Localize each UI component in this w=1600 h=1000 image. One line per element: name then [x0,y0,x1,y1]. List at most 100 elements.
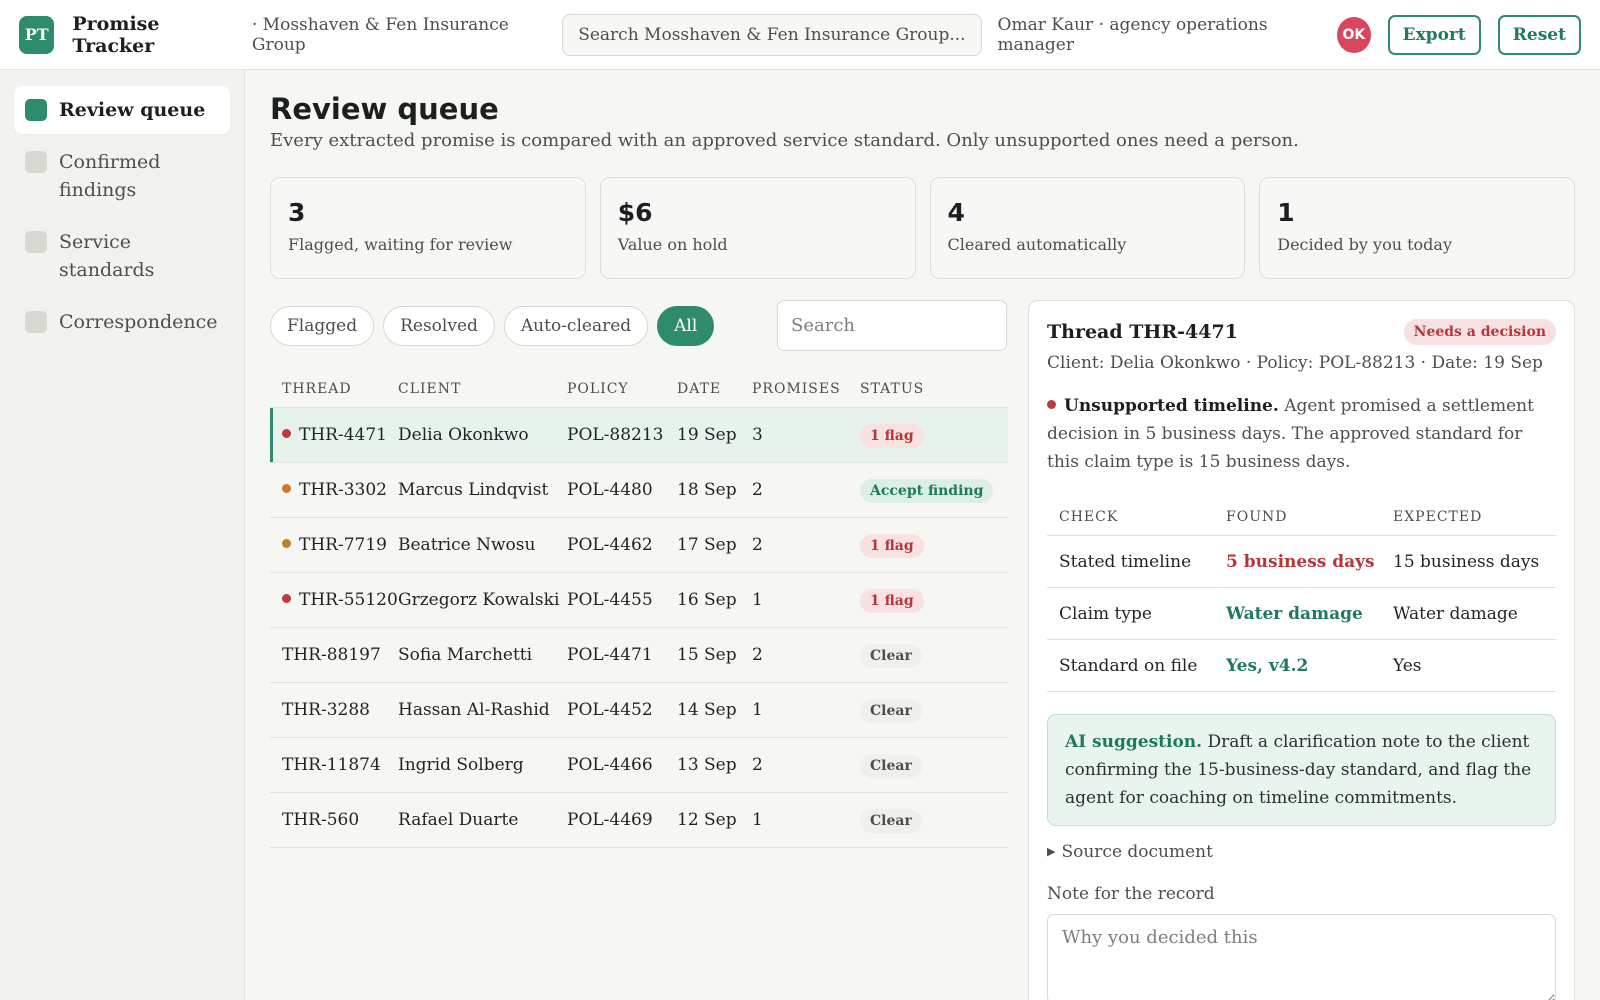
table-row[interactable]: THR-3302 Marcus Lindqvist POL-4480 18 Sep 2 A… [270,463,1008,518]
promises-cell: 2 [752,645,763,665]
column-header-client[interactable]: CLIENT [398,370,567,408]
reset-button[interactable]: Reset [1497,14,1581,55]
check-table-body: Stated timeline 5 business days 15 busines… [1047,536,1556,692]
status-dot-icon [282,484,291,493]
policy-cell: POL-4480 [567,480,653,500]
check-table-header: CHECK FOUND EXPECTED [1047,498,1556,536]
column-header-promises[interactable]: PROMISES [752,370,860,408]
thread-id: THR-3302 [299,480,387,500]
export-button[interactable]: Export [1387,14,1481,55]
finding-summary: Unsupported timeline. Agent promised a s… [1047,392,1556,476]
status-badge[interactable]: Accept finding [860,479,994,503]
status-cell: Clear [860,683,1008,737]
promises-cell: 1 [752,700,763,720]
client-cell: Hassan Al-Rashid [398,700,550,720]
status-cell: Clear [860,628,1008,682]
top-bar: PT Promise Tracker · Mosshaven & Fen Ins… [0,0,1600,70]
table-row[interactable]: THR-11874 Ingrid Solberg POL-4466 13 Sep 2 Cl… [270,738,1008,793]
status-dot-icon [282,594,291,603]
table-row[interactable]: THR-3288 Hassan Al-Rashid POL-4452 14 Sep 1 C… [270,683,1008,738]
filter-chip-resolved[interactable]: Resolved [383,306,495,346]
check-row: Stated timeline 5 business days 15 busines… [1047,536,1556,588]
thread-id: THR-55120 [299,590,398,610]
stat-label: Value on hold [617,235,728,254]
avatar[interactable]: OK [1337,16,1371,53]
status-cell: 1 flag [860,573,1008,627]
expected-cell: Water damage [1393,603,1518,624]
source-document-label: Source document [1061,842,1213,862]
table-row[interactable]: THR-4471 Delia Okonkwo POL-88213 19 Sep 3 1 f… [270,408,1008,463]
status-badge: 1 flag [860,589,924,613]
status-badge: Needs a decision [1403,319,1556,345]
thread-cell: THR-4471 [270,408,398,462]
table-row[interactable]: THR-88197 Sofia Marchetti POL-4471 15 Sep 2 C… [270,628,1008,683]
sidebar-item-service-standards[interactable]: Service standards [14,218,230,294]
found-cell: 5 business days [1226,551,1375,572]
promises-cell: 3 [752,425,763,445]
source-document-toggle[interactable]: ▶ Source document [1047,842,1556,862]
stat-value: 3 [288,198,306,227]
sidebar-item-correspondence[interactable]: Correspondence [14,298,230,346]
expected-cell: Yes [1393,655,1422,676]
check-row: Standard on file Yes, v4.2 Yes [1047,640,1556,692]
thread-cell: THR-88197 [270,628,398,682]
status-badge: Clear [860,644,922,668]
stat-value: 4 [947,198,965,227]
client-cell: Ingrid Solberg [398,755,524,775]
found-cell: Yes, v4.2 [1226,655,1309,676]
status-badge: Clear [860,809,922,833]
table-body: THR-4471 Delia Okonkwo POL-88213 19 Sep 3 1 f… [270,408,1008,848]
stats-row: 3 Flagged, waiting for review $6 Value o… [270,177,1575,279]
status-cell: Clear [860,793,1008,847]
stat-card-cleared: 4 Cleared automatically [929,177,1246,279]
date-cell: 17 Sep [677,535,737,555]
note-textarea[interactable] [1047,914,1556,1000]
column-header-date[interactable]: DATE [677,370,752,408]
stat-value: $6 [617,198,653,227]
filter-chip-auto-cleared[interactable]: Auto-cleared [503,306,649,346]
filter-chip-flagged[interactable]: Flagged [270,306,375,346]
queue-table: THREAD CLIENT POLICY DATE PROMISES STATU… [270,370,1008,848]
column-header-policy[interactable]: POLICY [567,370,677,408]
org-name: · Mosshaven & Fen Insurance Group [251,14,509,55]
policy-cell: POL-4452 [567,700,653,720]
check-cell: Stated timeline [1059,551,1192,572]
status-cell: 1 flag [860,518,1008,572]
policy-cell: POL-4462 [567,535,653,555]
status-cell: Clear [860,738,1008,792]
detail-meta: Client: Delia Okonkwo · Policy: POL-8821… [1047,353,1543,373]
thread-id: THR-88197 [282,645,381,665]
queue-search-input[interactable] [777,300,1007,351]
table-row[interactable]: THR-55120 Grzegorz Kowalski POL-4455 16 Sep… [270,573,1008,628]
status-cell: Accept finding [860,463,1008,517]
column-header-thread[interactable]: THREAD [270,370,398,408]
sidebar-item-review-queue[interactable]: Review queue [14,86,230,134]
promises-cell: 1 [752,590,763,610]
stat-value: 1 [1277,198,1295,227]
status-badge: 1 flag [860,424,924,448]
stat-card-decided: 1 Decided by you today [1259,177,1575,279]
confirmed-findings-icon [25,151,47,173]
triangle-right-icon: ▶ [1047,845,1056,858]
global-search-input[interactable] [562,13,982,56]
promises-cell: 1 [752,810,763,830]
check-cell: Standard on file [1059,655,1198,676]
date-cell: 14 Sep [677,700,737,720]
client-cell: Sofia Marchetti [398,645,533,665]
flag-dot-icon [1047,400,1056,409]
policy-cell: POL-4466 [567,755,653,775]
filter-chip-all[interactable]: All [657,306,715,346]
table-row[interactable]: THR-7719 Beatrice Nwosu POL-4462 17 Sep 2 1 f… [270,518,1008,573]
status-cell: 1 flag [860,408,1008,462]
table-row[interactable]: THR-560 Rafael Duarte POL-4469 12 Sep 1 Clear [270,793,1008,848]
column-header-status[interactable]: STATUS [860,370,1008,408]
sidebar-item-label: Correspondence [59,311,218,333]
policy-cell: POL-4469 [567,810,653,830]
date-cell: 18 Sep [677,480,737,500]
status-badge: Clear [860,754,922,778]
sidebar-item-confirmed-findings[interactable]: Confirmed findings [14,138,230,214]
date-cell: 16 Sep [677,590,737,610]
finding-title: Unsupported timeline. [1064,396,1279,416]
check-table: CHECK FOUND EXPECTED Stated timeline 5 bu… [1047,498,1556,692]
table-header: THREAD CLIENT POLICY DATE PROMISES STATU… [270,370,1008,408]
